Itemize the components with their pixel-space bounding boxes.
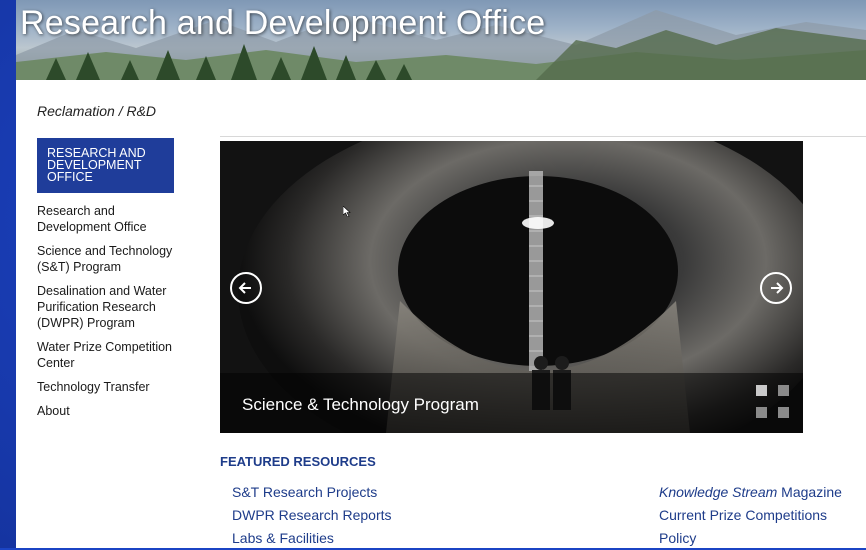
link-labs-facilities[interactable]: Labs & Facilities <box>232 527 392 550</box>
sidebar-item-water-prize[interactable]: Water Prize Competition Center <box>37 339 187 371</box>
carousel-indicator-1[interactable] <box>756 385 767 396</box>
sidebar-item-technology-transfer[interactable]: Technology Transfer <box>37 379 187 395</box>
link-dwpr-research-reports[interactable]: DWPR Research Reports <box>232 504 392 527</box>
link-knowledge-stream-title: Knowledge Stream <box>659 484 778 500</box>
arrow-left-icon <box>238 282 251 294</box>
sidebar-item-about[interactable]: About <box>37 403 187 419</box>
carousel-caption[interactable]: Science & Technology Program <box>242 395 479 415</box>
carousel-prev-button[interactable] <box>230 272 262 304</box>
header-banner: Research and Development Office <box>16 0 866 80</box>
carousel-indicator-3[interactable] <box>756 407 767 418</box>
link-knowledge-stream-suffix: Magazine <box>777 484 842 500</box>
site-title: Research and Development Office <box>20 4 546 42</box>
main-content: Reclamation / R&D RESEARCH AND DEVELOPME… <box>16 80 866 548</box>
link-current-prize-competitions[interactable]: Current Prize Competitions <box>659 504 842 527</box>
link-knowledge-stream-magazine[interactable]: Knowledge Stream Magazine <box>659 481 842 504</box>
link-st-research-projects[interactable]: S&T Research Projects <box>232 481 392 504</box>
carousel-indicator-2[interactable] <box>778 385 789 396</box>
link-policy[interactable]: Policy <box>659 527 842 550</box>
header-divider <box>220 136 866 137</box>
mouse-cursor-icon <box>343 206 351 217</box>
featured-links-left: S&T Research Projects DWPR Research Repo… <box>232 481 392 550</box>
featured-resources-heading: FEATURED RESOURCES <box>220 454 376 469</box>
arrow-right-icon <box>771 282 784 294</box>
sidebar-item-dwpr-program[interactable]: Desalination and Water Purification Rese… <box>37 283 187 331</box>
image-carousel[interactable]: Science & Technology Program <box>220 141 803 433</box>
carousel-indicators <box>756 385 796 425</box>
featured-links-right: Knowledge Stream Magazine Current Prize … <box>659 481 842 550</box>
breadcrumb[interactable]: Reclamation / R&D <box>37 103 156 119</box>
sidebar-item-st-program[interactable]: Science and Technology (S&T) Program <box>37 243 187 275</box>
sidebar-nav: Research and Development Office Science … <box>37 203 187 427</box>
sidebar-item-rd-office[interactable]: Research and Development Office <box>37 203 187 235</box>
carousel-caption-bar: Science & Technology Program <box>220 373 803 433</box>
carousel-indicator-4[interactable] <box>778 407 789 418</box>
carousel-next-button[interactable] <box>760 272 792 304</box>
sidebar-header[interactable]: RESEARCH AND DEVELOPMENT OFFICE <box>37 138 174 193</box>
